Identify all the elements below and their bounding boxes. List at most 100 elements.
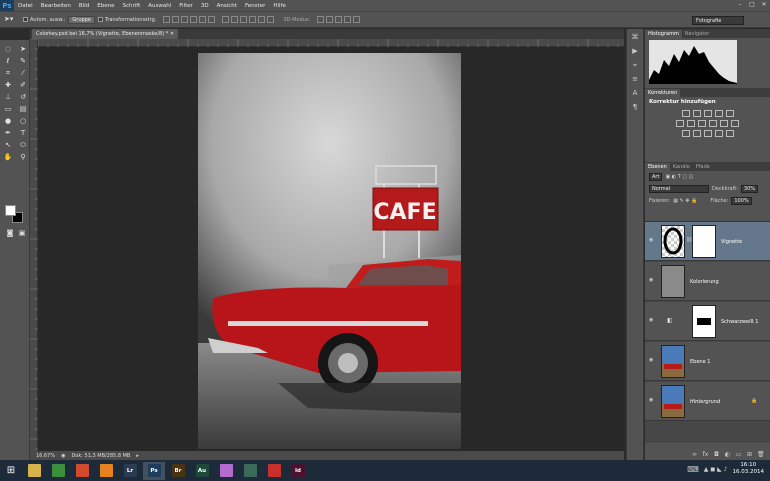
layer-name[interactable]: Ebene 1 [690,359,710,365]
transform-checkbox[interactable]: Transformationsstrg. [97,17,156,23]
document-image[interactable]: CAFE [198,53,461,449]
tool-presets-icon[interactable]: ⌖ [630,61,640,71]
close-tab-icon[interactable]: ✕ [170,31,174,37]
gradient-tool-icon[interactable]: ▤ [17,104,29,115]
layer-style-icon[interactable]: fx [702,451,709,458]
brush-tool-icon[interactable]: ✐ [17,80,29,91]
keyboard-icon[interactable]: ⌨ [687,465,699,474]
distribute-bottom-icon[interactable] [240,16,248,23]
menu-fenster[interactable]: Fenster [241,3,269,9]
layer-name[interactable]: Hintergrund [690,399,720,405]
link-layers-icon[interactable]: ∞ [691,451,698,458]
gradient-map-icon[interactable] [725,130,734,137]
menu-schrift[interactable]: Schrift [118,3,144,9]
info-icon[interactable]: ◉ [61,453,65,459]
taskbar-app[interactable] [47,462,69,480]
move-tool-icon[interactable]: ➤ [17,44,29,55]
marquee-tool-icon[interactable]: ◌ [2,44,14,55]
align-top-icon[interactable] [163,16,171,23]
eraser-tool-icon[interactable]: ▭ [2,104,14,115]
tab-histogram[interactable]: Histogramm [645,30,682,38]
foreground-color-swatch[interactable] [5,205,16,216]
invert-icon[interactable] [681,130,690,137]
layer-name[interactable]: Schwarzweiß 1 [721,319,758,325]
lasso-tool-icon[interactable]: ℓ [2,56,14,67]
threshold-icon[interactable] [703,130,712,137]
align-left-icon[interactable] [190,16,198,23]
curves-icon[interactable] [703,110,712,117]
brightness-icon[interactable] [681,110,690,117]
tray-icons[interactable]: ▲ ◼ ◣ ♪ [704,466,728,473]
align-bottom-icon[interactable] [181,16,189,23]
horizontal-ruler[interactable] [37,39,624,47]
taskbar-app[interactable] [263,462,285,480]
menu-datei[interactable]: Datei [14,3,37,9]
eyedropper-tool-icon[interactable]: ⁄ [17,68,29,79]
distribute-right-icon[interactable] [267,16,275,23]
menu-bearbeiten[interactable]: Bearbeiten [37,3,75,9]
eye-icon[interactable]: ◉ [649,397,655,403]
new-group-icon[interactable]: ▭ [735,451,742,458]
taskbar-app[interactable]: Lr [119,462,141,480]
menu-hilfe[interactable]: Hilfe [269,3,290,9]
status-arrow-icon[interactable]: ▸ [136,453,139,459]
add-mask-icon[interactable]: ◘ [713,451,720,458]
3d-pan-icon[interactable] [335,16,343,23]
align-right-icon[interactable] [208,16,216,23]
hand-tool-icon[interactable]: ✋ [2,152,14,163]
blend-mode-select[interactable]: Normal [649,185,709,193]
layer-name[interactable]: Vignette [721,239,742,245]
posterize-icon[interactable] [692,130,701,137]
3d-scale-icon[interactable] [353,16,361,23]
layer-filter-select[interactable]: Art [649,173,663,181]
properties-icon[interactable]: ≡ [630,75,640,85]
menu-bild[interactable]: Bild [75,3,93,9]
workspace-select[interactable]: Fotografie [692,16,744,25]
menu-ebene[interactable]: Ebene [93,3,118,9]
new-layer-icon[interactable]: ⊞ [746,451,753,458]
dodge-tool-icon[interactable]: ○ [17,116,29,127]
character-icon[interactable]: A [630,89,640,99]
tab-channels[interactable]: Kanäle [670,163,693,171]
zoom-tool-icon[interactable]: ⚲ [17,152,29,163]
layer-row[interactable]: ◉ Hintergrund 🔒 [645,382,770,421]
tab-navigator[interactable]: Navigator [682,30,712,38]
group-select[interactable]: Gruppe [68,15,95,24]
minimize-icon[interactable]: – [736,1,744,9]
taskbar-app[interactable]: Au [191,462,213,480]
distribute-left-icon[interactable] [249,16,257,23]
align-center-icon[interactable] [199,16,207,23]
photo-filter-icon[interactable] [709,120,717,127]
exposure-icon[interactable] [714,110,723,117]
filter-icons[interactable]: ▣ ◐ T ▢ ◫ [665,174,693,180]
crop-tool-icon[interactable]: ⌗ [2,68,14,79]
stamp-tool-icon[interactable]: ⊥ [2,92,14,103]
color-lookup-icon[interactable] [731,120,739,127]
shape-tool-icon[interactable]: ⬭ [17,140,29,151]
channel-mixer-icon[interactable] [720,120,728,127]
layer-row[interactable]: ◉ Ebene 1 [645,342,770,381]
layer-row[interactable]: ◉ ⛓ Vignette [645,222,770,261]
hue-saturation-icon[interactable] [676,120,684,127]
history-icon[interactable]: ⌘ [630,33,640,43]
levels-icon[interactable] [692,110,701,117]
move-tool-preset-icon[interactable]: ➤▾ [4,15,20,25]
distribute-top-icon[interactable] [222,16,230,23]
3d-rotate-icon[interactable] [317,16,325,23]
opacity-field[interactable]: 30% [740,185,759,193]
taskbar-app[interactable] [95,462,117,480]
layer-mask-thumbnail[interactable] [692,305,716,338]
canvas-area[interactable]: CAFE [38,47,624,451]
layer-row[interactable]: ◉ Kolorierung [645,262,770,301]
screen-mode-icon[interactable]: ▣ [16,228,28,239]
align-middle-icon[interactable] [172,16,180,23]
distribute-center-icon[interactable] [258,16,266,23]
pen-tool-icon[interactable]: ✒ [2,128,14,139]
selective-color-icon[interactable] [714,130,723,137]
vibrance-icon[interactable] [725,110,734,117]
menu-ansicht[interactable]: Ansicht [213,3,241,9]
healing-brush-icon[interactable]: ✚ [2,80,14,91]
zoom-level[interactable]: 16,67% [36,453,55,459]
eye-icon[interactable]: ◉ [649,237,655,243]
taskbar-app[interactable] [23,462,45,480]
